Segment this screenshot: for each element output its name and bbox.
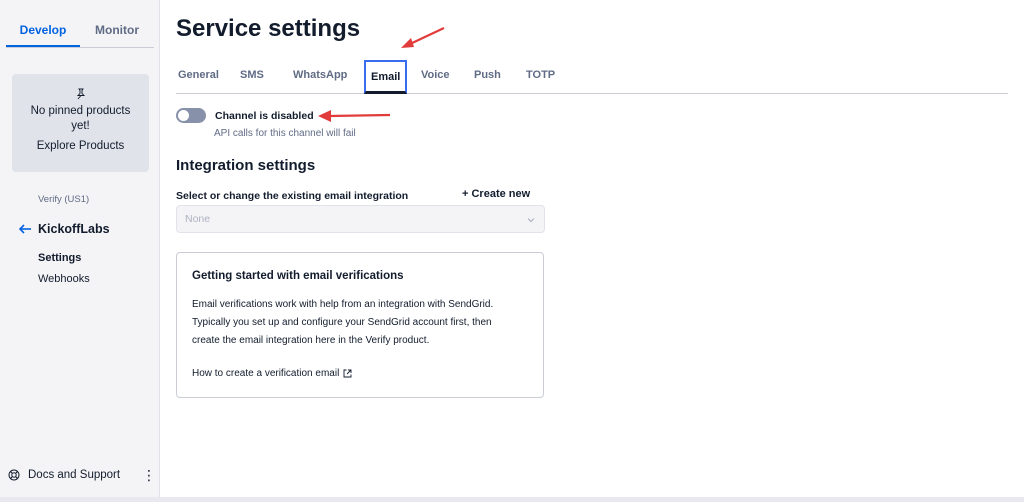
pin-icon xyxy=(76,88,85,100)
service-label: Verify (US1) xyxy=(38,194,90,205)
create-new-button[interactable]: + Create new xyxy=(462,188,530,200)
card-body-line: Email verifications work with help from … xyxy=(192,299,494,310)
page-title: Service settings xyxy=(176,15,361,42)
integration-settings-heading: Integration settings xyxy=(176,157,316,174)
main-content: Service settings General SMS WhatsApp Em… xyxy=(176,0,1010,502)
app-window: Develop Monitor No pinned products yet! … xyxy=(0,0,1024,502)
verification-email-link-text[interactable]: How to create a verification email xyxy=(192,368,339,379)
channel-status-label: Channel is disabled xyxy=(215,109,314,122)
sidebar-item-settings[interactable]: Settings xyxy=(38,252,81,264)
kebab-menu-icon[interactable]: ⋮ xyxy=(142,468,156,482)
tab-develop[interactable]: Develop xyxy=(6,14,80,47)
tab-monitor[interactable]: Monitor xyxy=(80,14,154,47)
sidebar-footer: Docs and Support ⋮ xyxy=(8,468,156,482)
tab-general[interactable]: General xyxy=(178,69,219,81)
docs-support-link[interactable]: Docs and Support xyxy=(28,469,120,481)
chevron-down-icon xyxy=(527,218,535,223)
pinned-products-panel: No pinned products yet! Explore Products xyxy=(12,74,149,172)
sidebar-item-webhooks[interactable]: Webhooks xyxy=(38,273,90,285)
card-title: Getting started with email verifications xyxy=(192,270,404,282)
channel-tabs: General SMS WhatsApp Email Voice Push TO… xyxy=(176,60,1008,94)
sidebar-tabs: Develop Monitor xyxy=(6,14,154,48)
card-body-line: create the email integration here in the… xyxy=(192,335,430,346)
verification-email-link[interactable]: How to create a verification email xyxy=(192,368,352,379)
tab-sms[interactable]: SMS xyxy=(240,69,264,81)
toggle-knob xyxy=(178,110,189,121)
channel-help-text: API calls for this channel will fail xyxy=(214,128,356,139)
window-bottom-edge xyxy=(0,497,1024,502)
channel-toggle-row: Channel is disabled xyxy=(176,108,314,123)
pinned-empty-message: No pinned products yet! xyxy=(30,105,131,132)
card-body-line: Typically you set up and configure your … xyxy=(192,317,492,328)
external-link-icon[interactable] xyxy=(343,369,352,378)
card-body: Email verifications work with help from … xyxy=(192,296,537,350)
tab-email[interactable]: Email xyxy=(364,60,408,94)
sidebar: Develop Monitor No pinned products yet! … xyxy=(0,0,160,502)
tab-voice[interactable]: Voice xyxy=(421,69,450,81)
support-icon xyxy=(8,469,20,481)
explore-products-link[interactable]: Explore Products xyxy=(12,140,149,152)
tab-whatsapp[interactable]: WhatsApp xyxy=(293,69,347,81)
integration-select-label: Select or change the existing email inte… xyxy=(176,190,409,202)
tab-push[interactable]: Push xyxy=(474,69,501,81)
annotation-arrow-icon xyxy=(401,27,445,48)
back-to-service-link[interactable]: KickoffLabs xyxy=(18,222,110,236)
annotation-arrow-icon xyxy=(318,110,391,122)
integration-select[interactable]: None xyxy=(176,205,545,233)
service-name[interactable]: KickoffLabs xyxy=(38,222,110,236)
arrow-left-icon[interactable] xyxy=(18,222,32,236)
getting-started-card: Getting started with email verifications… xyxy=(176,252,544,398)
integration-select-value: None xyxy=(185,213,211,225)
tab-totp[interactable]: TOTP xyxy=(526,69,555,81)
channel-toggle[interactable] xyxy=(176,108,206,123)
